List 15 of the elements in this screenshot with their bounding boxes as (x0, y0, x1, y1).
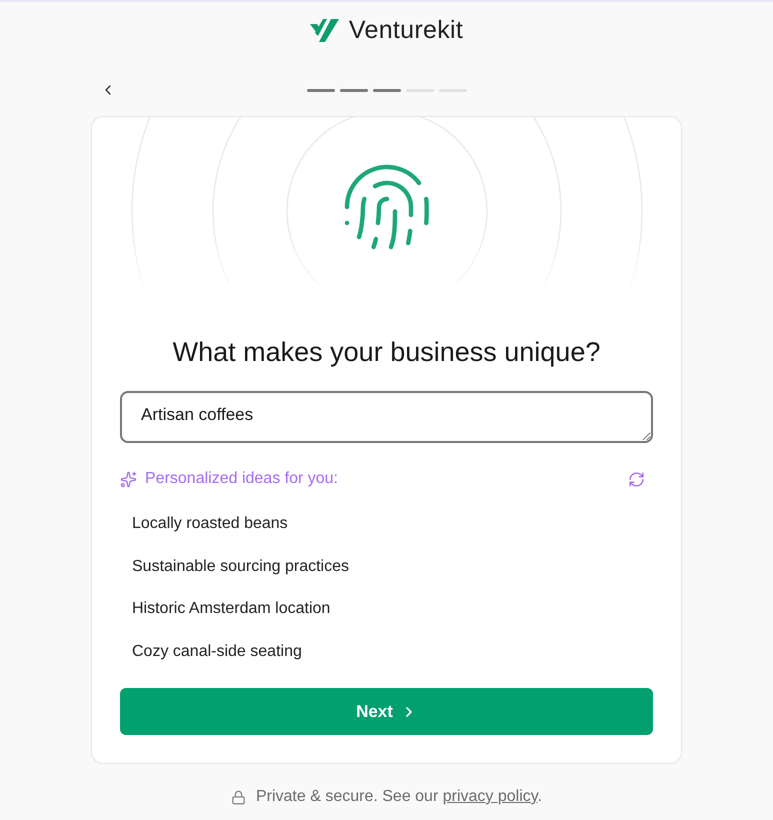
answer-field[interactable]: Artisan coffees (120, 391, 653, 443)
ideas-title: Personalized ideas for you: (145, 469, 338, 489)
idea-suggestion[interactable]: Historic Amsterdam location (120, 588, 342, 630)
sparkle-icon (120, 470, 137, 488)
idea-suggestion[interactable]: Sustainable sourcing practices (120, 546, 362, 588)
idea-suggestion[interactable]: Locally roasted beans (120, 503, 300, 546)
refresh-icon (628, 470, 644, 488)
logo-icon (310, 18, 339, 42)
privacy-policy-link[interactable]: privacy policy (442, 788, 538, 805)
privacy-note: Private & secure. See our privacy policy. (256, 787, 542, 807)
idea-suggestion[interactable]: Cozy canal-side seating (120, 630, 314, 673)
brand-name: Venturekit (348, 15, 464, 45)
refresh-button[interactable] (627, 470, 645, 488)
question-heading: What makes your business unique? (172, 336, 602, 369)
lock-icon (230, 790, 246, 804)
